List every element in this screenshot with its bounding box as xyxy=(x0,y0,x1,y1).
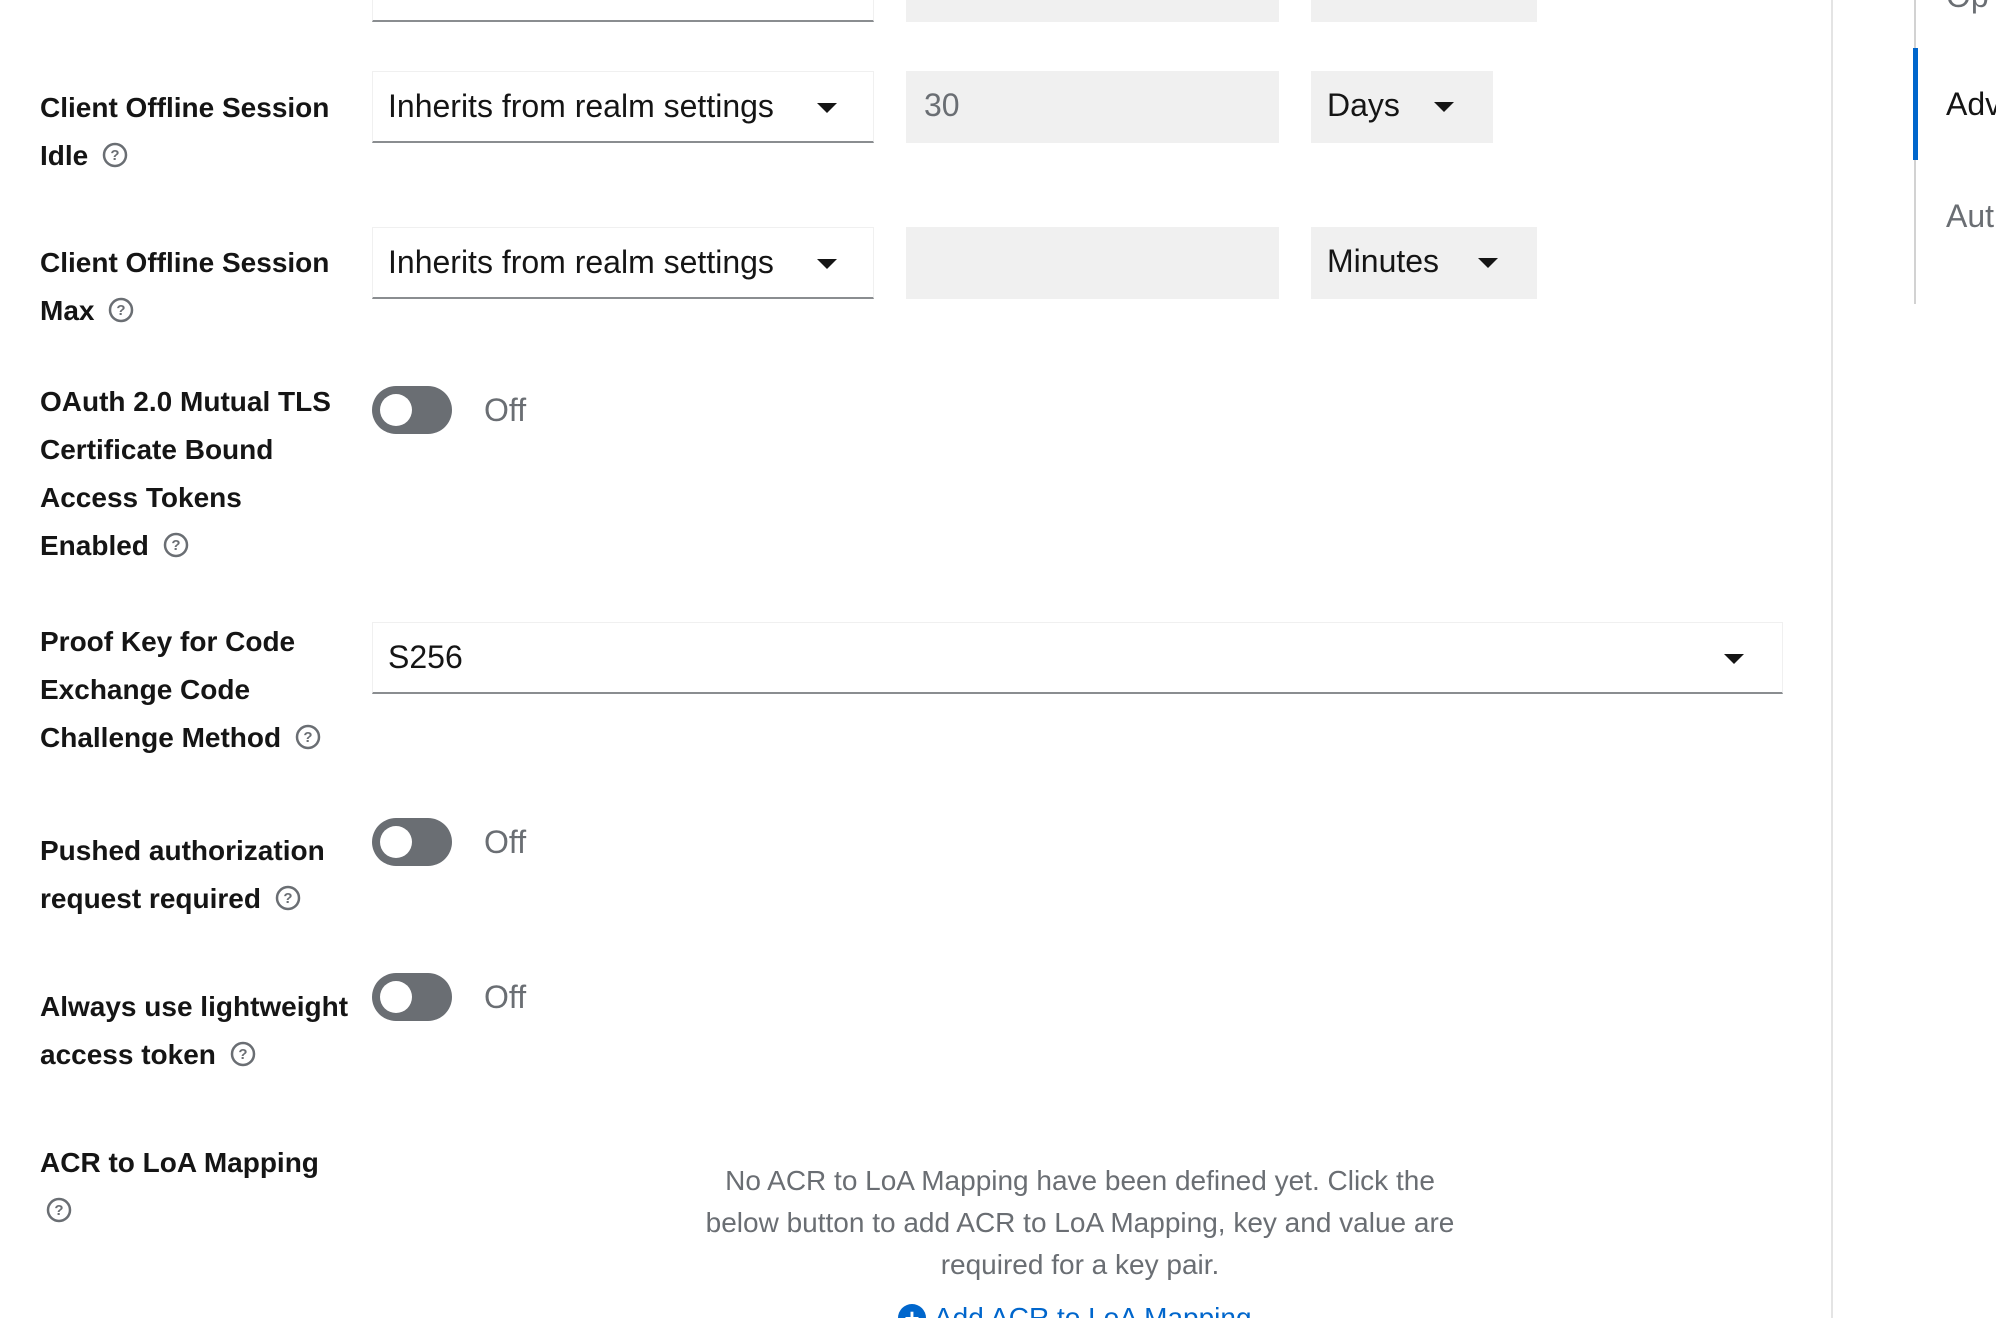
previous-row-unit-select[interactable] xyxy=(1311,0,1537,22)
label-line: Challenge Method xyxy=(40,722,282,753)
client-offline-session-idle-label: Client Offline Session Idle? xyxy=(40,84,329,180)
input-value: 30 xyxy=(924,87,960,123)
toggle-knob xyxy=(380,826,412,858)
label-line: Client Offline Session xyxy=(40,247,330,278)
client-offline-session-max-select[interactable]: Inherits from realm settings xyxy=(372,227,874,299)
caret-down-icon xyxy=(1434,102,1454,112)
label-line: Pushed authorization xyxy=(40,835,325,866)
jump-link-next[interactable]: Aut xyxy=(1946,196,1994,236)
caret-down-icon xyxy=(817,103,837,113)
jump-link-active[interactable]: Adv xyxy=(1946,84,1996,124)
help-icon[interactable]: ? xyxy=(295,724,321,750)
label-line: Access Tokens xyxy=(40,482,242,513)
label-line: OAuth 2.0 Mutual TLS xyxy=(40,386,331,417)
label-line: Always use lightweight xyxy=(40,991,349,1022)
label-line: Client Offline Session xyxy=(40,92,330,123)
jump-links-active-indicator xyxy=(1913,48,1918,160)
svg-text:?: ? xyxy=(171,537,180,554)
label-line: Proof Key for Code xyxy=(40,626,296,657)
caret-down-icon xyxy=(1478,258,1498,268)
help-icon[interactable]: ? xyxy=(46,1197,72,1223)
label-line: Max xyxy=(40,295,95,326)
label-line: Certificate Bound xyxy=(40,434,274,465)
lightweight-token-toggle[interactable] xyxy=(372,973,452,1021)
content-divider xyxy=(1831,0,1833,1318)
toggle-knob xyxy=(380,981,412,1013)
svg-text:?: ? xyxy=(238,1046,247,1063)
previous-row-number-field[interactable] xyxy=(906,0,1279,22)
unit-value: Days xyxy=(1327,87,1400,123)
select-value: S256 xyxy=(388,639,463,675)
add-link-label: Add ACR to LoA Mapping xyxy=(934,1302,1252,1318)
lightweight-token-label: Always use lightweight access token? xyxy=(40,983,348,1079)
label-line: access token xyxy=(40,1039,216,1070)
previous-row-select[interactable] xyxy=(372,0,874,22)
client-offline-session-max-input[interactable] xyxy=(906,227,1279,299)
client-offline-session-max-unit-select[interactable]: Minutes xyxy=(1311,227,1537,299)
svg-text:?: ? xyxy=(283,890,292,907)
lightweight-token-state: Off xyxy=(484,979,527,1015)
advanced-settings-page: Client Offline Session Idle? Inherits fr… xyxy=(0,0,1996,1318)
label-line: Exchange Code xyxy=(40,674,251,705)
svg-text:?: ? xyxy=(54,1202,63,1219)
label-line: request required xyxy=(40,883,261,914)
par-required-label: Pushed authorization request required? xyxy=(40,827,325,923)
add-acr-loa-mapping-link[interactable]: + Add ACR to LoA Mapping xyxy=(898,1298,1252,1318)
mtls-bound-tokens-toggle[interactable] xyxy=(372,386,452,434)
svg-text:?: ? xyxy=(117,302,126,319)
help-icon[interactable]: ? xyxy=(163,532,189,558)
label-line: Enabled xyxy=(40,530,149,561)
client-offline-session-max-label: Client Offline Session Max? xyxy=(40,239,329,335)
select-value: Inherits from realm settings xyxy=(388,88,774,124)
mtls-bound-tokens-label: OAuth 2.0 Mutual TLS Certificate Bound A… xyxy=(40,378,331,570)
previous-row-help-icon[interactable] xyxy=(304,0,330,8)
label-line: ACR to LoA Mapping xyxy=(40,1147,319,1178)
caret-down-icon xyxy=(1724,654,1744,664)
plus-circle-icon: + xyxy=(898,1303,926,1318)
label-line: Idle xyxy=(40,140,89,171)
par-required-toggle[interactable] xyxy=(372,818,452,866)
client-offline-session-idle-select[interactable]: Inherits from realm settings xyxy=(372,71,874,143)
client-offline-session-idle-unit-select[interactable]: Days xyxy=(1311,71,1493,143)
jump-link-top-partial[interactable]: Op xyxy=(1946,0,1989,16)
toggle-knob xyxy=(380,394,412,426)
help-icon[interactable]: ? xyxy=(230,1041,256,1067)
client-offline-session-idle-input[interactable]: 30 xyxy=(906,71,1279,143)
select-value: Inherits from realm settings xyxy=(388,244,774,280)
help-icon[interactable]: ? xyxy=(275,885,301,911)
pkce-method-label: Proof Key for Code Exchange Code Challen… xyxy=(40,618,321,762)
caret-down-icon xyxy=(817,259,837,269)
pkce-method-select[interactable]: S256 xyxy=(372,622,1783,694)
svg-text:?: ? xyxy=(304,729,313,746)
svg-text:?: ? xyxy=(111,147,120,164)
mtls-bound-tokens-state: Off xyxy=(484,392,527,428)
help-icon[interactable]: ? xyxy=(102,142,128,168)
unit-value: Minutes xyxy=(1327,243,1440,279)
acr-loa-empty-message: No ACR to LoA Mapping have been defined … xyxy=(705,1165,1455,1280)
acr-loa-mapping-label: ACR to LoA Mapping ? xyxy=(40,1139,319,1235)
help-icon[interactable]: ? xyxy=(108,297,134,323)
par-required-state: Off xyxy=(484,824,527,860)
